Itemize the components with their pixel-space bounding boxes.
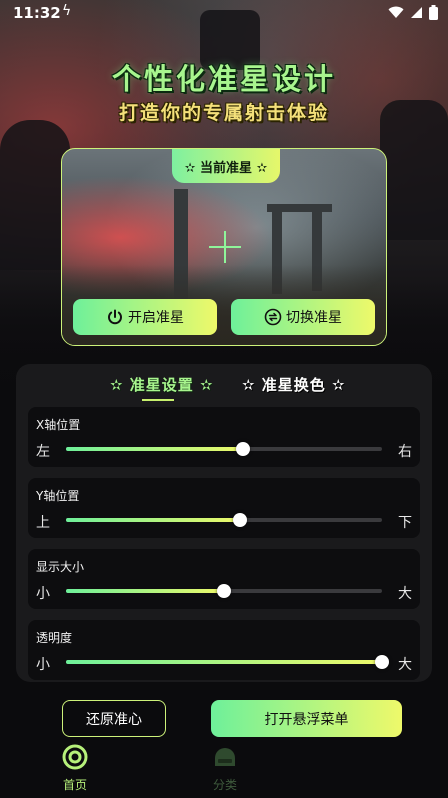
status-time: 11:32 bbox=[13, 4, 61, 22]
nav-item-home[interactable]: 首页 bbox=[45, 744, 105, 793]
category-icon bbox=[215, 748, 235, 766]
slider-track[interactable] bbox=[66, 442, 382, 456]
switch-crosshair-button[interactable]: 切换准星 bbox=[231, 299, 375, 335]
slider-y-position: Y轴位置 上 下 bbox=[28, 478, 420, 538]
slider-label: X轴位置 bbox=[36, 418, 81, 432]
reset-crosshair-button[interactable]: 还原准心 bbox=[62, 700, 166, 737]
slider-min-label: 上 bbox=[36, 515, 50, 531]
status-bar: 11:32 ϟ bbox=[0, 0, 448, 26]
active-tab-indicator bbox=[142, 399, 174, 401]
switch-crosshair-label: 切换准星 bbox=[286, 310, 342, 326]
slider-max-label: 下 bbox=[398, 515, 412, 531]
slider-thumb[interactable] bbox=[217, 584, 231, 598]
flash-icon: ϟ bbox=[62, 3, 72, 19]
slider-x-position: X轴位置 左 右 bbox=[28, 407, 420, 467]
current-crosshair-badge: ✫ 当前准星 ✫ bbox=[172, 149, 280, 183]
slider-min-label: 小 bbox=[36, 586, 50, 602]
slider-label: Y轴位置 bbox=[36, 489, 80, 503]
slider-opacity: 透明度 小 大 bbox=[28, 620, 420, 680]
settings-tabs: ✫ 准星设置 ✫ ✫ 准星换色 ✫ bbox=[16, 372, 432, 402]
tab-crosshair-color[interactable]: ✫ 准星换色 ✫ bbox=[242, 374, 346, 395]
slider-max-label: 右 bbox=[398, 444, 412, 460]
enable-crosshair-button[interactable]: 开启准星 bbox=[73, 299, 217, 335]
soldier-silhouette bbox=[0, 120, 70, 270]
slider-track[interactable] bbox=[66, 584, 382, 598]
bottom-nav: 首页 分类 bbox=[0, 742, 448, 798]
slider-track[interactable] bbox=[66, 513, 382, 527]
nav-item-category[interactable]: 分类 bbox=[195, 744, 255, 793]
page-subtitle: 打造你的专属射击体验 bbox=[118, 102, 329, 124]
slider-fill bbox=[66, 447, 243, 451]
signal-icon bbox=[411, 7, 422, 18]
slider-max-label: 大 bbox=[398, 586, 412, 602]
slider-fill bbox=[66, 589, 224, 593]
slider-display-size: 显示大小 小 大 bbox=[28, 549, 420, 609]
slider-min-label: 小 bbox=[36, 657, 50, 673]
slider-label: 透明度 bbox=[36, 631, 73, 645]
nav-label-home: 首页 bbox=[62, 778, 87, 792]
crosshair-preview: ✫ 当前准星 ✫ 开启准星 切换准星 bbox=[61, 148, 387, 346]
settings-panel: ✫ 准星设置 ✫ ✫ 准星换色 ✫ X轴位置 左 右 Y轴位置 上 下 显示大小… bbox=[16, 364, 432, 682]
power-icon bbox=[108, 309, 122, 325]
slider-fill bbox=[66, 518, 240, 522]
slider-thumb[interactable] bbox=[232, 513, 247, 527]
ruin-arch bbox=[267, 204, 332, 212]
wifi-icon bbox=[388, 6, 404, 18]
status-icons bbox=[388, 5, 438, 20]
nav-label-category: 分类 bbox=[212, 778, 237, 792]
battery-icon bbox=[429, 5, 438, 20]
slider-track[interactable] bbox=[66, 655, 389, 669]
page-title: 个性化准星设计 bbox=[111, 62, 336, 96]
crosshair-vertical bbox=[224, 231, 226, 263]
slider-label: 显示大小 bbox=[36, 560, 85, 574]
open-float-menu-button[interactable]: 打开悬浮菜单 bbox=[211, 700, 402, 737]
switch-icon bbox=[264, 308, 282, 326]
slider-thumb[interactable] bbox=[235, 442, 250, 456]
slider-fill bbox=[66, 660, 382, 664]
tab-crosshair-settings[interactable]: ✫ 准星设置 ✫ bbox=[110, 374, 214, 395]
slider-thumb[interactable] bbox=[375, 655, 389, 669]
enable-crosshair-label: 开启准星 bbox=[128, 310, 184, 326]
crosshair-home-icon bbox=[62, 744, 88, 770]
slider-max-label: 大 bbox=[398, 657, 412, 673]
slider-min-label: 左 bbox=[36, 444, 50, 460]
